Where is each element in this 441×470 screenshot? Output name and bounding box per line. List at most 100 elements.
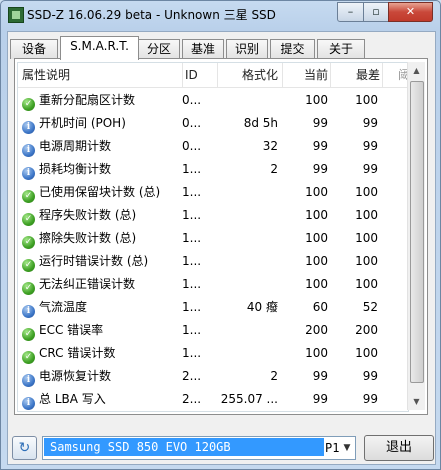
check-circle-icon: ✓ (22, 328, 35, 341)
attribute-id: 1... (182, 254, 202, 268)
attribute-formatted: 2 (270, 162, 278, 176)
attribute-worst: 100 (355, 93, 378, 107)
attribute-formatted (214, 181, 278, 204)
tab-device[interactable]: 设备 (10, 39, 58, 59)
attribute-id: 1... (182, 277, 202, 291)
table-row[interactable]: ✓ 运行时错误计数 (总) 1... 100 100 (18, 250, 408, 273)
attribute-current: 100 (305, 231, 328, 245)
attribute-formatted (214, 273, 278, 296)
attribute-name: CRC 错误计数 (39, 346, 116, 360)
attribute-id: 1... (182, 162, 202, 176)
title-bar[interactable]: SSD-Z 16.06.29 beta - Unknown 三星 SSD – ▫… (1, 1, 440, 27)
attribute-formatted (214, 250, 278, 273)
drive-select[interactable]: Samsung SSD 850 EVO 120GB P1 ▼ (42, 436, 356, 460)
attribute-worst: 100 (355, 254, 378, 268)
attribute-current: 200 (305, 323, 328, 337)
attribute-worst: 99 (362, 139, 378, 153)
check-circle-icon: ✓ (22, 282, 35, 295)
selected-drive: Samsung SSD 850 EVO 120GB (44, 438, 324, 456)
check-circle-icon: ✓ (22, 351, 35, 364)
attribute-formatted: 8d 5h (243, 116, 278, 130)
tab-identify[interactable]: 识别 (226, 39, 268, 59)
tab-smart[interactable]: S.M.A.R.T. (60, 36, 139, 60)
table-row[interactable]: ✓ CRC 错误计数 1... 100 100 (18, 342, 408, 365)
scroll-up-arrow-icon[interactable]: ▲ (408, 62, 425, 79)
refresh-button[interactable]: ↻ (12, 436, 37, 460)
table-row[interactable]: ✓ 擦除失败计数 (总) 1... 100 100 (18, 227, 408, 250)
maximize-button[interactable]: ▫ (363, 2, 389, 22)
table-row[interactable]: ✓ 重新分配扇区计数 0... 100 100 (18, 89, 408, 112)
attribute-name: 电源恢复计数 (39, 369, 112, 383)
attribute-name: 气流温度 (39, 300, 88, 314)
close-button[interactable]: ✕ (388, 2, 433, 22)
attribute-id: 2... (182, 369, 202, 383)
table-row[interactable]: i 电源周期计数 0... 32 99 99 (18, 135, 408, 158)
table-row[interactable]: ✓ 已使用保留块计数 (总) 1... 100 100 (18, 181, 408, 204)
table-row[interactable]: i 开机时间 (POH) 0... 8d 5h 99 99 (18, 112, 408, 135)
attribute-id: 1... (182, 300, 202, 314)
attribute-name: ECC 错误率 (39, 323, 104, 337)
table-row[interactable]: ✓ 程序失败计数 (总) 1... 100 100 (18, 204, 408, 227)
attribute-worst: 99 (362, 162, 378, 176)
attribute-name-cell: i 总 LBA 写入 (22, 388, 190, 411)
attribute-current: 99 (312, 139, 328, 153)
attribute-id: 0... (182, 93, 202, 107)
column-header-name[interactable]: 属性说明 (18, 63, 183, 87)
column-header-formatted[interactable]: 格式化 (218, 63, 283, 87)
attribute-formatted: 40 癈 (246, 300, 278, 314)
attribute-current: 99 (312, 162, 328, 176)
info-circle-icon: i (22, 167, 35, 180)
attribute-name: 开机时间 (POH) (39, 116, 126, 130)
attribute-name-cell: i 开机时间 (POH) (22, 112, 190, 135)
attribute-id: 1... (182, 208, 202, 222)
attribute-worst: 99 (362, 116, 378, 130)
tab-about[interactable]: 关于 (317, 39, 365, 59)
smart-attribute-list[interactable]: 属性说明 ID 格式化 当前 最差 阈 ✓ 重新分配扇区计数 0... 100 100 i… (17, 62, 409, 412)
attribute-name: 电源周期计数 (39, 139, 112, 153)
attribute-current: 100 (305, 185, 328, 199)
drive-extra-label: P1 (325, 441, 340, 455)
table-row[interactable]: ✓ ECC 错误率 1... 200 200 (18, 319, 408, 342)
table-row[interactable]: i 总 LBA 写入 2... 255.07 ... 99 99 (18, 388, 408, 411)
tab-submit[interactable]: 提交 (270, 39, 315, 59)
info-circle-icon: i (22, 374, 35, 387)
attribute-worst: 100 (355, 277, 378, 291)
window-title: SSD-Z 16.06.29 beta - Unknown 三星 SSD (27, 8, 276, 22)
attribute-worst: 200 (355, 323, 378, 337)
tab-partitions[interactable]: 分区 (138, 39, 180, 59)
table-row[interactable]: ✓ 无法纠正错误计数 1... 100 100 (18, 273, 408, 296)
attribute-name: 擦除失败计数 (总) (39, 231, 137, 245)
app-icon (8, 7, 24, 23)
attribute-current: 100 (305, 254, 328, 268)
attribute-name-cell: i 损耗均衡计数 (22, 158, 190, 181)
attribute-formatted (214, 342, 278, 365)
attribute-name-cell: ✓ 重新分配扇区计数 (22, 89, 190, 112)
attribute-worst: 100 (355, 185, 378, 199)
attribute-name: 总 LBA 写入 (39, 392, 106, 406)
table-row[interactable]: i 气流温度 1... 40 癈 60 52 (18, 296, 408, 319)
column-header-id[interactable]: ID (182, 63, 218, 87)
column-header-current[interactable]: 当前 (282, 63, 331, 87)
attribute-name-cell: i 电源周期计数 (22, 135, 190, 158)
tab-benchmark[interactable]: 基准 (182, 39, 224, 59)
attribute-name-cell: i 气流温度 (22, 296, 190, 319)
attribute-name-cell: ✓ CRC 错误计数 (22, 342, 190, 365)
attribute-worst: 100 (355, 208, 378, 222)
list-header: 属性说明 ID 格式化 当前 最差 阈 (18, 63, 408, 88)
scroll-down-arrow-icon[interactable]: ▼ (408, 393, 425, 410)
chevron-down-icon[interactable]: ▼ (339, 437, 355, 459)
attribute-formatted (214, 89, 278, 112)
attribute-id: 2... (182, 392, 202, 406)
exit-button[interactable]: 退出 (364, 435, 434, 461)
attribute-worst: 99 (362, 392, 378, 406)
attribute-worst: 100 (355, 231, 378, 245)
column-header-worst[interactable]: 最差 (332, 63, 383, 87)
scrollbar-thumb[interactable] (410, 81, 424, 383)
attribute-worst: 99 (362, 369, 378, 383)
minimize-button[interactable]: – (337, 2, 364, 22)
table-row[interactable]: i 损耗均衡计数 1... 2 99 99 (18, 158, 408, 181)
vertical-scrollbar[interactable]: ▲ ▼ (407, 62, 425, 410)
check-circle-icon: ✓ (22, 259, 35, 272)
column-header-threshold[interactable]: 阈 (384, 63, 408, 87)
table-row[interactable]: i 电源恢复计数 2... 2 99 99 (18, 365, 408, 388)
